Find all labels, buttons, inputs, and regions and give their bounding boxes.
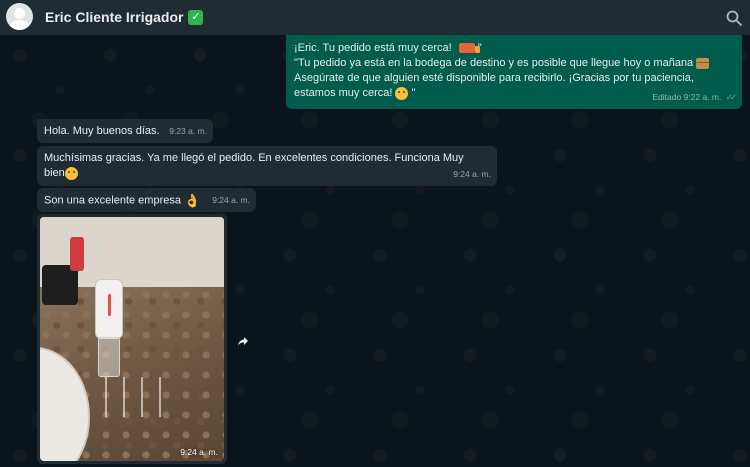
message-incoming[interactable]: Son una excelente empresa 👌 9:24 a. m. [37,188,256,212]
contact-name-title[interactable]: Eric Cliente Irrigador ✓ [45,9,204,25]
message-incoming[interactable]: Muchísimas gracias. Ya me llegó el pedid… [37,146,497,186]
search-icon[interactable] [726,10,742,26]
message-text: Hola. Muy buenos días. [44,125,160,137]
message-time: 9:24 a. m. [180,447,218,457]
message-line: Asegúrate de que alguien esté disponible… [294,72,694,84]
message-line: ¡Eric. Tu pedido está muy cerca! [294,42,452,54]
smiley-emoji-icon [395,86,409,100]
message-text: Muchísimas gracias. Ya me llegó el pedid… [44,152,464,164]
forward-icon[interactable] [232,330,253,351]
message-list[interactable]: ¡Eric. Tu pedido está muy cerca! " "Tu p… [0,35,750,467]
message-time: 9:24 a. m. [212,195,250,205]
message-time: 9:24 a. m. [453,169,491,179]
contact-avatar[interactable] [6,3,33,30]
chat-header: Eric Cliente Irrigador ✓ [0,0,750,35]
message-text: Son una excelente empresa [44,194,181,207]
message-quote: " [411,87,416,99]
message-incoming[interactable]: Hola. Muy buenos días. 9:23 a. m. [37,119,213,143]
message-line: "Tu pedido ya está en la bodega de desti… [294,57,694,69]
message-meta: Editado 9:22 a. m. ✓✓ [652,90,737,105]
message-text-continued: bien [44,167,65,179]
message-time: 9:23 a. m. [169,126,207,136]
message-edited-time: Editado 9:22 a. m. [652,92,722,102]
verified-check-icon: ✓ [188,9,204,25]
photo-irrigator[interactable]: 9:24 a. m. [40,217,224,461]
message-image[interactable]: 9:24 a. m. [37,214,227,464]
read-double-check-icon: ✓✓ [725,92,737,102]
ok-hand-emoji-icon: 👌 [184,193,201,208]
message-line: estamos muy cerca! [294,87,393,99]
message-outgoing[interactable]: ¡Eric. Tu pedido está muy cerca! " "Tu p… [286,35,742,109]
package-emoji-icon [696,57,710,69]
smiley-emoji-icon [64,166,78,180]
truck-emoji-icon [458,43,480,54]
contact-name[interactable]: Eric Cliente Irrigador [45,9,183,25]
